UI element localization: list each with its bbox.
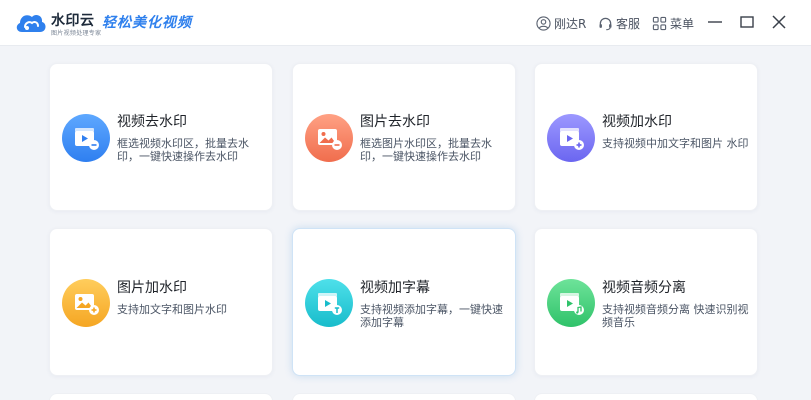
- card-title: 视频加字幕: [360, 280, 430, 296]
- grid-menu-icon: [652, 16, 667, 30]
- card-description: 框选图片水印区，批量去水印，一键快速操作去水印: [360, 137, 492, 163]
- card-title: 视频去水印: [117, 114, 187, 130]
- headset-icon: [599, 17, 612, 30]
- customer-service-label: 客服: [616, 16, 641, 31]
- image-add-icon: [62, 279, 110, 327]
- user-name: 刚达R: [554, 16, 587, 31]
- customer-service-button[interactable]: 客服: [598, 13, 640, 33]
- card-description: 支持加文字和图片水印: [117, 303, 227, 316]
- user-account-button[interactable]: 刚达R: [536, 13, 586, 33]
- video-subtitle-icon: [305, 279, 353, 327]
- card-description: 支持视频添加字幕，一键快速添加字幕: [360, 303, 503, 329]
- feature-card-partial[interactable]: [292, 393, 516, 400]
- image-watermark-add-card[interactable]: 图片加水印 支持加文字和图片水印: [49, 228, 273, 376]
- video-watermark-remove-card[interactable]: 视频去水印 框选视频水印区，批量去水印，一键快速操作去水印: [49, 63, 273, 211]
- card-description: 支持视频音频分离 快速识别视频音乐: [602, 303, 749, 329]
- close-button[interactable]: [768, 11, 790, 33]
- feature-card-partial[interactable]: [534, 393, 758, 400]
- image-remove-icon: [305, 114, 353, 162]
- close-icon: [772, 15, 786, 29]
- card-title: 图片加水印: [117, 280, 187, 296]
- menu-button[interactable]: 菜单: [652, 13, 694, 33]
- maximize-button[interactable]: [736, 11, 758, 33]
- video-subtitle-card[interactable]: 视频加字幕 支持视频添加字幕，一键快速添加字幕: [292, 228, 516, 376]
- video-audio-split-icon: [547, 279, 595, 327]
- video-add-icon: [547, 114, 595, 162]
- card-title: 视频音频分离: [602, 280, 686, 296]
- feature-card-partial[interactable]: [49, 393, 273, 400]
- user-icon: [536, 15, 551, 31]
- video-watermark-add-card[interactable]: 视频加水印 支持视频中加文字和图片 水印: [534, 63, 758, 211]
- image-watermark-remove-card[interactable]: 图片去水印 框选图片水印区，批量去水印，一键快速操作去水印: [292, 63, 516, 211]
- video-remove-icon: [62, 114, 110, 162]
- video-audio-split-card[interactable]: 视频音频分离 支持视频音频分离 快速识别视频音乐: [534, 228, 758, 376]
- menu-label: 菜单: [670, 16, 695, 31]
- minimize-icon: [708, 21, 722, 23]
- app-subtitle: 图片视频处理专家: [51, 30, 102, 37]
- card-description: 支持视频中加文字和图片 水印: [602, 137, 749, 150]
- cloud-logo-icon: [16, 14, 46, 32]
- minimize-button[interactable]: [704, 11, 726, 33]
- title-bar: 水印云 图片视频处理专家 轻松美化视频 刚达R 客服 菜单: [0, 0, 811, 46]
- app-name: 水印云: [51, 13, 95, 29]
- maximize-icon: [740, 16, 754, 28]
- card-title: 图片去水印: [360, 114, 430, 130]
- card-title: 视频加水印: [602, 114, 672, 130]
- card-description: 框选视频水印区，批量去水印，一键快速操作去水印: [117, 137, 249, 163]
- app-slogan: 轻松美化视频: [102, 15, 192, 31]
